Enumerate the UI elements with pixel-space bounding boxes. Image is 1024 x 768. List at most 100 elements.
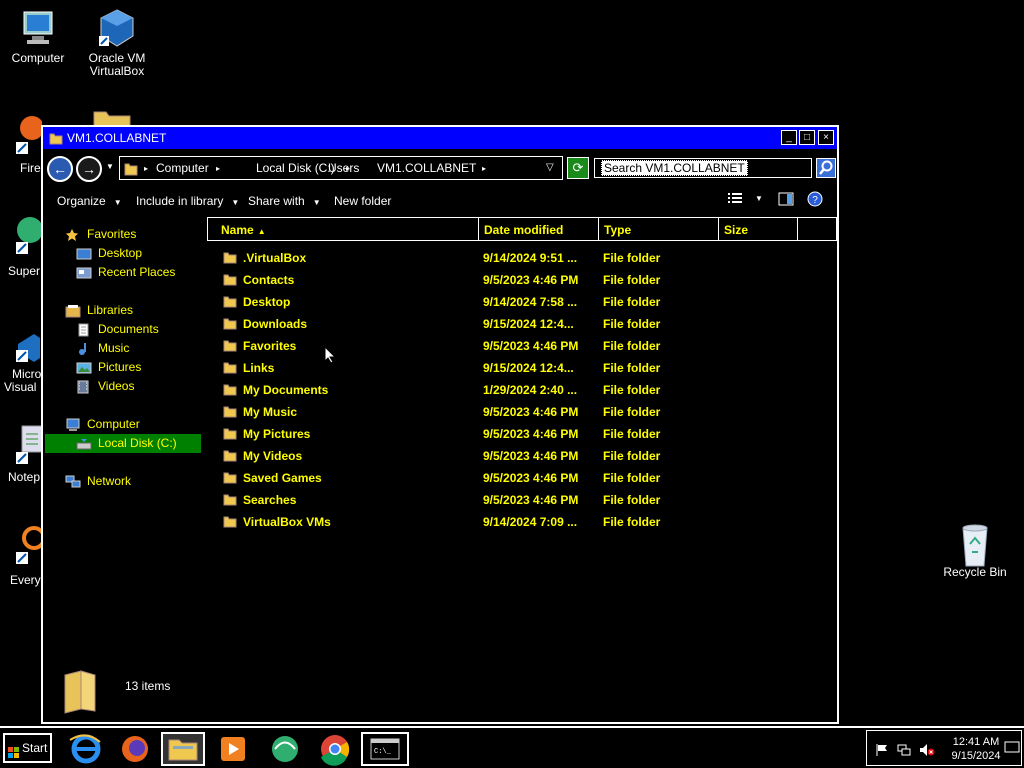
address-dropdown-icon[interactable]: ▽ [546,162,554,173]
media-player-icon[interactable] [211,732,255,766]
file-row[interactable]: Downloads 9/15/2024 12:4... File folder [207,313,837,335]
file-row[interactable]: My Pictures 9/5/2023 4:46 PM File folder [207,423,837,445]
refresh-button[interactable]: ⟳ [567,157,589,179]
file-name: Favorites [243,339,297,353]
nav-documents[interactable]: Documents [76,320,159,339]
search-button[interactable] [816,158,836,178]
maximize-button[interactable]: □ [799,130,815,145]
search-input[interactable]: Search VM1.COLLABNET [594,158,812,178]
nav-label: Documents [98,322,159,336]
nav-desktop[interactable]: Desktop [76,244,142,263]
chevron-down-icon: ▼ [312,198,321,207]
breadcrumb-chevron-icon[interactable]: ▸ [216,164,220,173]
desktop-icon-label-partial: Micro [12,367,42,381]
file-name: Links [243,361,275,375]
nav-network[interactable]: Network [65,472,131,491]
desktop-icon-firefox-partial[interactable] [14,112,44,159]
breadcrumb-current[interactable]: VM1.COLLABNET [377,161,476,175]
search-icon [819,160,833,175]
column-header-type[interactable]: Type [598,217,719,241]
preview-pane-button[interactable] [778,192,794,209]
include-in-library-menu[interactable]: Include in library ▼ [136,194,239,208]
file-row[interactable]: My Music 9/5/2023 4:46 PM File folder [207,401,837,423]
file-date-modified: 9/14/2024 7:58 ... [483,295,578,309]
file-row[interactable]: Contacts 9/5/2023 4:46 PM File folder [207,269,837,291]
file-row[interactable]: Saved Games 9/5/2023 4:46 PM File folder [207,467,837,489]
file-row[interactable]: Searches 9/5/2023 4:46 PM File folder [207,489,837,511]
desktop-icon-super-partial[interactable] [14,214,43,259]
file-date-modified: 1/29/2024 2:40 ... [483,383,578,397]
desktop-icon-notepad-partial[interactable] [14,424,43,469]
view-dropdown-icon[interactable]: ▼ [755,194,763,203]
nav-label: Recent Places [98,265,176,279]
nav-libraries[interactable]: Libraries [65,301,133,320]
computer-icon [18,8,58,48]
app-icon[interactable] [263,732,307,766]
help-button[interactable]: ? [807,191,823,210]
nav-computer[interactable]: Computer [65,415,140,434]
desktop-icon-computer[interactable]: Computer [0,8,78,65]
minimize-button[interactable]: _ [781,130,797,145]
nav-favorites[interactable]: Favorites [65,225,136,244]
breadcrumb-chevron-icon[interactable]: ▸ [144,164,148,173]
column-header-row: Name ▲ Date modified Type Size [207,217,837,241]
organize-menu[interactable]: Organize ▼ [57,194,122,208]
start-button[interactable]: Start [3,733,52,763]
change-view-button[interactable] [727,192,743,209]
network-icon[interactable] [897,743,911,760]
file-row[interactable]: VirtualBox VMs 9/14/2024 7:09 ... File fol… [207,511,837,533]
desktop-icon [76,247,92,261]
address-bar[interactable]: ▸ Computer ▸ Local Disk (C:) ▸ Users VM1… [119,156,563,180]
desktop-icon-recycle-bin[interactable]: Recycle Bin [935,522,1015,579]
file-row[interactable]: Favorites 9/5/2023 4:46 PM File folder [207,335,837,357]
explorer-window[interactable]: VM1.COLLABNET _ □ × ← → ▼ ▸ Computer ▸ L… [41,125,839,724]
nav-videos[interactable]: Videos [76,377,134,396]
close-button[interactable]: × [818,130,834,145]
file-list: Name ▲ Date modified Type Size .VirtualBo… [207,217,837,647]
command-prompt-icon[interactable]: C:\_ [361,732,409,766]
volume-muted-icon[interactable] [919,743,935,760]
file-type: File folder [603,361,661,375]
action-center-flag-icon[interactable] [875,743,889,760]
column-header-name[interactable]: Name ▲ [207,217,479,241]
file-date-modified: 9/5/2023 4:46 PM [483,339,579,353]
internet-explorer-icon[interactable] [64,732,108,766]
breadcrumb-local-disk[interactable]: Local Disk (C:) [256,161,335,175]
nav-recent-places[interactable]: Recent Places [76,263,175,282]
title-bar[interactable]: VM1.COLLABNET _ □ × [43,127,837,149]
file-row[interactable]: Desktop 9/14/2024 7:58 ... File folder [207,291,837,313]
file-type: File folder [603,427,661,441]
file-explorer-icon[interactable] [161,732,205,766]
forward-button[interactable]: → [76,156,102,182]
column-header-date-modified[interactable]: Date modified [478,217,599,241]
desktop-icon-everything-partial[interactable] [14,524,46,571]
back-button[interactable]: ← [47,156,73,182]
share-with-menu[interactable]: Share with ▼ [248,194,321,208]
virtualbox-icon [97,8,137,48]
file-row[interactable]: .VirtualBox 9/14/2024 9:51 ... File folder [207,247,837,269]
desktop-icon-virtualbox[interactable]: Oracle VM VirtualBox [77,8,157,78]
preview-pane-icon [778,192,794,206]
folder-icon [223,250,237,264]
windows-logo-icon [8,742,20,768]
file-row[interactable]: My Videos 9/5/2023 4:46 PM File folder [207,445,837,467]
file-type: File folder [603,251,661,265]
nav-pictures[interactable]: Pictures [76,358,141,377]
show-desktop-icon[interactable] [1004,740,1020,759]
file-row[interactable]: Links 9/15/2024 12:4... File folder [207,357,837,379]
nav-local-disk[interactable]: Local Disk (C:) [45,434,201,453]
recent-pages-dropdown[interactable]: ▼ [106,162,114,171]
mouse-cursor-icon [324,345,337,369]
file-type: File folder [603,405,661,419]
breadcrumb-chevron-icon[interactable]: ▸ [482,164,486,173]
breadcrumb-users[interactable]: Users [328,161,359,175]
chrome-icon[interactable] [313,732,357,766]
firefox-icon[interactable] [113,732,157,766]
new-folder-button[interactable]: New folder [334,194,391,208]
chevron-down-icon: ▼ [113,198,122,207]
breadcrumb-computer[interactable]: Computer [156,161,209,175]
column-header-size[interactable]: Size [718,217,798,241]
nav-music[interactable]: Music [76,339,129,358]
file-row[interactable]: My Documents 1/29/2024 2:40 ... File folde… [207,379,837,401]
desktop-icon-visual-partial[interactable] [14,332,42,367]
